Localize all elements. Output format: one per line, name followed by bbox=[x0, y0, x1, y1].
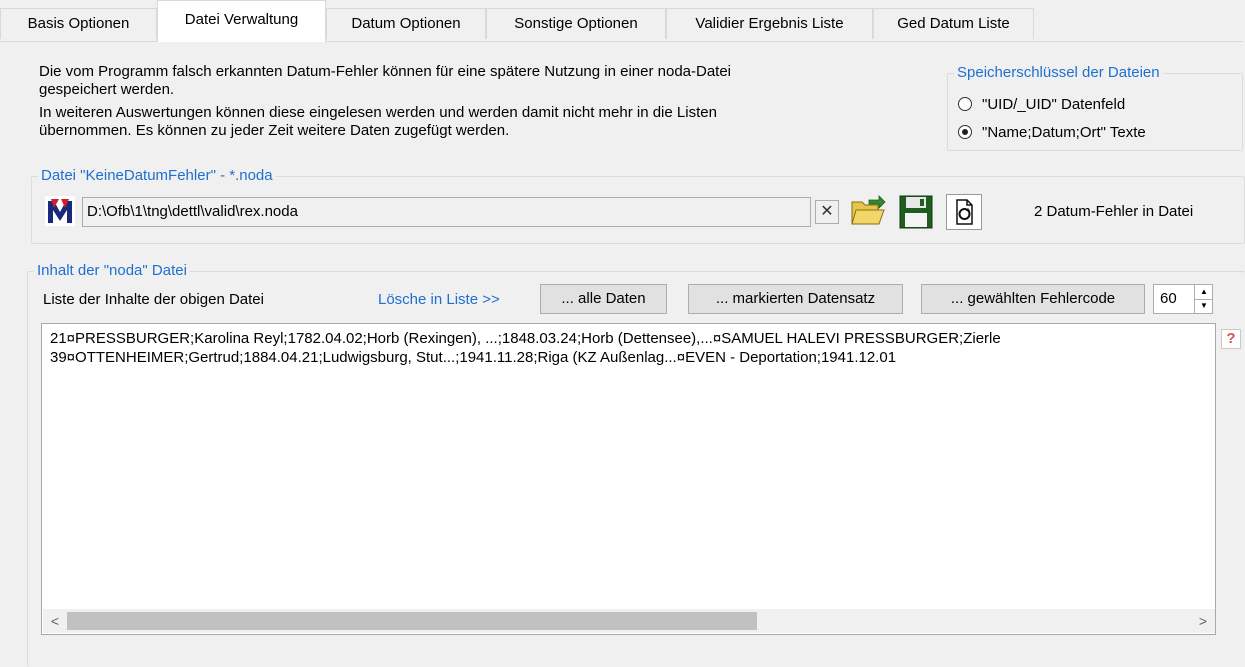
list-item[interactable]: 39¤OTTENHEIMER;Gertrud;1884.04.21;Ludwig… bbox=[50, 348, 896, 367]
spinner-down-icon[interactable]: ▼ bbox=[1194, 299, 1213, 313]
noda-content-list[interactable]: 21¤PRESSBURGER;Karolina Reyl;1782.04.02;… bbox=[41, 323, 1216, 635]
list-label: Liste der Inhalte der obigen Datei bbox=[43, 291, 264, 308]
list-item[interactable]: 21¤PRESSBURGER;Karolina Reyl;1782.04.02;… bbox=[50, 329, 1001, 348]
open-folder-icon bbox=[851, 195, 886, 225]
help-icon[interactable]: ? bbox=[1221, 329, 1241, 349]
tab-panel: Die vom Programm falsch erkannten Datum-… bbox=[0, 41, 1245, 667]
description-line-4: übernommen. Es können zu jeder Zeit weit… bbox=[39, 122, 510, 139]
description-line-2: gespeichert werden. bbox=[39, 81, 175, 98]
storage-key-group: Speicherschlüssel der Dateien "UID/_UID"… bbox=[947, 64, 1243, 151]
document-refresh-icon bbox=[956, 199, 973, 225]
clear-path-button[interactable]: ✕ bbox=[815, 200, 839, 224]
spinner-up-icon[interactable]: ▲ bbox=[1194, 285, 1213, 300]
tab-strip: Basis Optionen Datei Verwaltung Datum Op… bbox=[0, 0, 1245, 42]
radio-name-circle[interactable] bbox=[958, 125, 972, 139]
radio-uid-label: "UID/_UID" Datenfeld bbox=[982, 95, 1126, 113]
scroll-left-icon[interactable]: < bbox=[43, 609, 67, 633]
delete-errorcode-button[interactable]: ... gewählten Fehlercode bbox=[921, 284, 1145, 314]
delete-in-list-label: Lösche in Liste >> bbox=[378, 291, 500, 308]
close-icon: ✕ bbox=[820, 203, 834, 220]
app-logo-icon bbox=[45, 196, 75, 226]
file-group-legend: Datei "KeineDatumFehler" - *.noda bbox=[38, 167, 276, 185]
delete-marked-button[interactable]: ... markierten Datensatz bbox=[688, 284, 903, 314]
radio-name-option[interactable]: "Name;Datum;Ort" Texte bbox=[958, 121, 1146, 143]
errorcode-spinner[interactable]: 60 ▲ ▼ bbox=[1153, 284, 1213, 314]
tab-datum-optionen[interactable]: Datum Optionen bbox=[326, 8, 486, 39]
open-folder-button[interactable] bbox=[850, 193, 886, 229]
file-status-text: 2 Datum-Fehler in Datei bbox=[1034, 203, 1194, 220]
description-line-1: Die vom Programm falsch erkannten Datum-… bbox=[39, 63, 732, 80]
tab-sonstige-optionen[interactable]: Sonstige Optionen bbox=[486, 8, 666, 39]
tab-basis-optionen[interactable]: Basis Optionen bbox=[0, 8, 157, 39]
description-line-3: In weiteren Auswertungen können diese ei… bbox=[39, 104, 717, 121]
scroll-right-icon[interactable]: > bbox=[1191, 609, 1215, 633]
radio-uid-option[interactable]: "UID/_UID" Datenfeld bbox=[958, 93, 1125, 115]
content-group-legend: Inhalt der "noda" Datei bbox=[34, 262, 190, 280]
delete-all-button[interactable]: ... alle Daten bbox=[540, 284, 667, 314]
storage-key-legend: Speicherschlüssel der Dateien bbox=[954, 64, 1163, 82]
file-path-field[interactable]: D:\Ofb\1\tng\dettl\valid\rex.noda bbox=[82, 197, 811, 227]
tab-validier-ergebnis-liste[interactable]: Validier Ergebnis Liste bbox=[666, 8, 873, 39]
tab-ged-datum-liste[interactable]: Ged Datum Liste bbox=[873, 8, 1034, 39]
save-button[interactable] bbox=[899, 195, 933, 229]
radio-uid-circle[interactable] bbox=[958, 97, 972, 111]
scrollbar-thumb[interactable] bbox=[67, 612, 757, 630]
errorcode-value[interactable]: 60 bbox=[1160, 285, 1177, 313]
radio-name-label: "Name;Datum;Ort" Texte bbox=[982, 123, 1146, 141]
tab-datei-verwaltung[interactable]: Datei Verwaltung bbox=[157, 0, 326, 42]
reload-file-button[interactable] bbox=[946, 194, 982, 230]
horizontal-scrollbar[interactable]: < > bbox=[43, 609, 1215, 633]
save-disk-icon bbox=[899, 195, 933, 229]
